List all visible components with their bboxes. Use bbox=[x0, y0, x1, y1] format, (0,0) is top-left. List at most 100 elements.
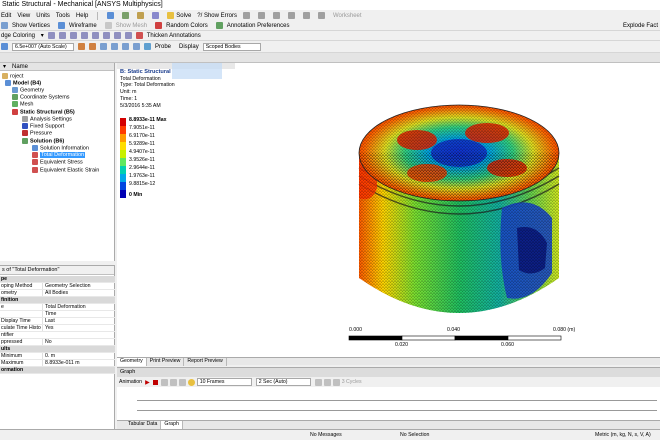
tree-item-total-deformation[interactable]: Total Deformation bbox=[32, 152, 86, 159]
scale-dropdown[interactable]: 6.5e+007 (Auto Scale) bbox=[12, 42, 74, 51]
edge-icon[interactable] bbox=[124, 32, 132, 39]
vector-icon[interactable] bbox=[122, 43, 129, 50]
tab-geometry[interactable]: Geometry bbox=[117, 358, 147, 366]
legend-swatch[interactable] bbox=[120, 150, 126, 158]
details-row[interactable]: ntifier bbox=[0, 332, 115, 339]
tool-icon[interactable] bbox=[287, 12, 295, 19]
tree-item-static-structural[interactable]: Static Structural (B5) bbox=[12, 109, 75, 116]
menu-tools[interactable]: Tools bbox=[56, 13, 70, 19]
details-section-header[interactable]: pe bbox=[0, 276, 115, 283]
tree-item-fixed-support[interactable]: Fixed Support bbox=[22, 123, 64, 130]
edge-icon[interactable] bbox=[47, 32, 55, 39]
menu-units[interactable]: Units bbox=[36, 13, 50, 19]
stop-icon[interactable] bbox=[152, 379, 158, 385]
vector-icon[interactable] bbox=[133, 43, 140, 50]
step-icon[interactable] bbox=[178, 378, 186, 386]
show-mesh-button[interactable]: Show Mesh bbox=[104, 21, 151, 29]
legend-swatch[interactable] bbox=[120, 158, 126, 166]
print-icon[interactable] bbox=[152, 12, 160, 19]
export-icon[interactable] bbox=[332, 378, 340, 386]
menu-view[interactable]: View bbox=[17, 13, 30, 19]
tree-item-equivalent-stress[interactable]: Equivalent Stress bbox=[32, 159, 83, 166]
tree-item-coordinate-systems[interactable]: Coordinate Systems bbox=[12, 94, 70, 101]
edge-icon[interactable] bbox=[80, 32, 88, 39]
status-messages[interactable]: No Messages bbox=[310, 432, 342, 438]
tree-item-equivalent-elastic-strain[interactable]: Equivalent Elastic Strain bbox=[32, 167, 99, 174]
edge-icon[interactable] bbox=[69, 32, 77, 39]
frames-dropdown[interactable]: 10 Frames bbox=[196, 378, 252, 386]
menu-help[interactable]: Help bbox=[76, 13, 88, 19]
tab-graph[interactable]: Graph bbox=[161, 421, 183, 429]
thicken-annotations-button[interactable]: Thicken Annotations bbox=[135, 31, 205, 39]
tree-item-mesh[interactable]: Mesh bbox=[12, 101, 33, 108]
legend-swatch[interactable] bbox=[120, 182, 126, 190]
details-row[interactable]: oping Method Geometry Selection bbox=[0, 283, 115, 290]
details-row[interactable]: ometry All Bodies bbox=[0, 290, 115, 297]
legend-swatch[interactable] bbox=[120, 142, 126, 150]
edge-icon[interactable] bbox=[58, 32, 66, 39]
legend-swatch[interactable] bbox=[120, 166, 126, 174]
tree-item-solution-information[interactable]: Solution Information bbox=[32, 145, 89, 152]
edge-coloring-dropdown[interactable]: dge Coloring ▾ bbox=[1, 32, 44, 39]
edge-icon[interactable] bbox=[113, 32, 121, 39]
tool-icon[interactable] bbox=[302, 12, 310, 19]
details-section-header[interactable]: finition bbox=[0, 297, 115, 304]
legend-swatch[interactable] bbox=[120, 134, 126, 142]
annotation-preferences-button[interactable]: Annotation Preferences bbox=[215, 21, 294, 29]
explode-factor-label[interactable]: Explode Fact bbox=[623, 23, 658, 29]
duration-dropdown[interactable]: 2 Sec (Auto) bbox=[255, 378, 311, 386]
menu-edit[interactable]: Edit bbox=[1, 13, 11, 19]
filter-icon[interactable]: ▾ bbox=[3, 63, 6, 70]
details-row[interactable]: culate Time History Yes bbox=[0, 325, 115, 332]
export-icon[interactable] bbox=[314, 378, 322, 386]
legend-swatch[interactable] bbox=[120, 174, 126, 182]
edge-icon[interactable] bbox=[102, 32, 110, 39]
details-row[interactable]: e Total Deformation bbox=[0, 304, 115, 311]
edge-display-icon[interactable] bbox=[111, 43, 118, 50]
details-section-header[interactable]: ults bbox=[0, 346, 115, 353]
contour-icon[interactable] bbox=[89, 43, 96, 50]
tree-item-solution[interactable]: Solution (B6) bbox=[22, 138, 64, 145]
tree-item-pressure[interactable]: Pressure bbox=[22, 130, 52, 137]
new-icon[interactable] bbox=[107, 12, 115, 19]
edge-icon[interactable] bbox=[91, 32, 99, 39]
details-row[interactable]: ppressed No bbox=[0, 339, 115, 346]
wireframe-button[interactable]: Wireframe bbox=[58, 21, 101, 29]
details-section-header[interactable]: ormation bbox=[0, 367, 115, 374]
details-row[interactable]: Maximum 8.8933e-011 m bbox=[0, 360, 115, 367]
tree-item-geometry[interactable]: Geometry bbox=[12, 87, 44, 94]
deformation-icon[interactable] bbox=[1, 43, 8, 50]
piston-model[interactable] bbox=[347, 98, 572, 338]
tool-icon[interactable] bbox=[257, 12, 265, 19]
details-row[interactable]: Minimum 0. m bbox=[0, 353, 115, 360]
show-errors-button[interactable]: ?/ Show Errors bbox=[197, 13, 237, 19]
tool-icon[interactable] bbox=[317, 12, 325, 19]
edge-display-icon[interactable] bbox=[100, 43, 107, 50]
export-icon[interactable] bbox=[323, 378, 331, 386]
worksheet-button[interactable]: Worksheet bbox=[333, 13, 362, 19]
tab-print-preview[interactable]: Print Preview bbox=[146, 358, 185, 366]
play-icon[interactable]: ▶ bbox=[145, 379, 150, 386]
step-icon[interactable] bbox=[169, 378, 177, 386]
contour-icon[interactable] bbox=[78, 43, 85, 50]
save-icon[interactable] bbox=[137, 12, 145, 19]
status-units[interactable]: Metric (m, kg, N, s, V, A) bbox=[595, 432, 651, 438]
tree-item-analysis-settings[interactable]: Analysis Settings bbox=[22, 116, 72, 123]
tab-tabular-data[interactable]: Tabular Data bbox=[125, 421, 162, 429]
solve-button[interactable]: Solve bbox=[167, 12, 191, 19]
details-row[interactable]: Display Time Last bbox=[0, 318, 115, 325]
step-icon[interactable] bbox=[160, 378, 168, 386]
details-row[interactable]: Time bbox=[0, 311, 115, 318]
show-vertices-button[interactable]: Show Vertices bbox=[1, 21, 54, 29]
tool-icon[interactable] bbox=[272, 12, 280, 19]
legend-swatch[interactable] bbox=[120, 190, 126, 198]
tree-item-project[interactable]: roject bbox=[2, 73, 23, 80]
legend-swatch[interactable] bbox=[120, 118, 126, 126]
tree-item-model[interactable]: Model (B4) bbox=[5, 80, 41, 87]
random-colors-button[interactable]: Random Colors bbox=[155, 21, 212, 29]
graphics-viewport[interactable]: B: Static Structural Total Deformation T… bbox=[117, 63, 660, 357]
bulb-icon[interactable] bbox=[187, 378, 195, 386]
open-icon[interactable] bbox=[122, 12, 130, 19]
tool-icon[interactable] bbox=[242, 12, 250, 19]
probe-button[interactable]: Probe bbox=[144, 42, 175, 50]
